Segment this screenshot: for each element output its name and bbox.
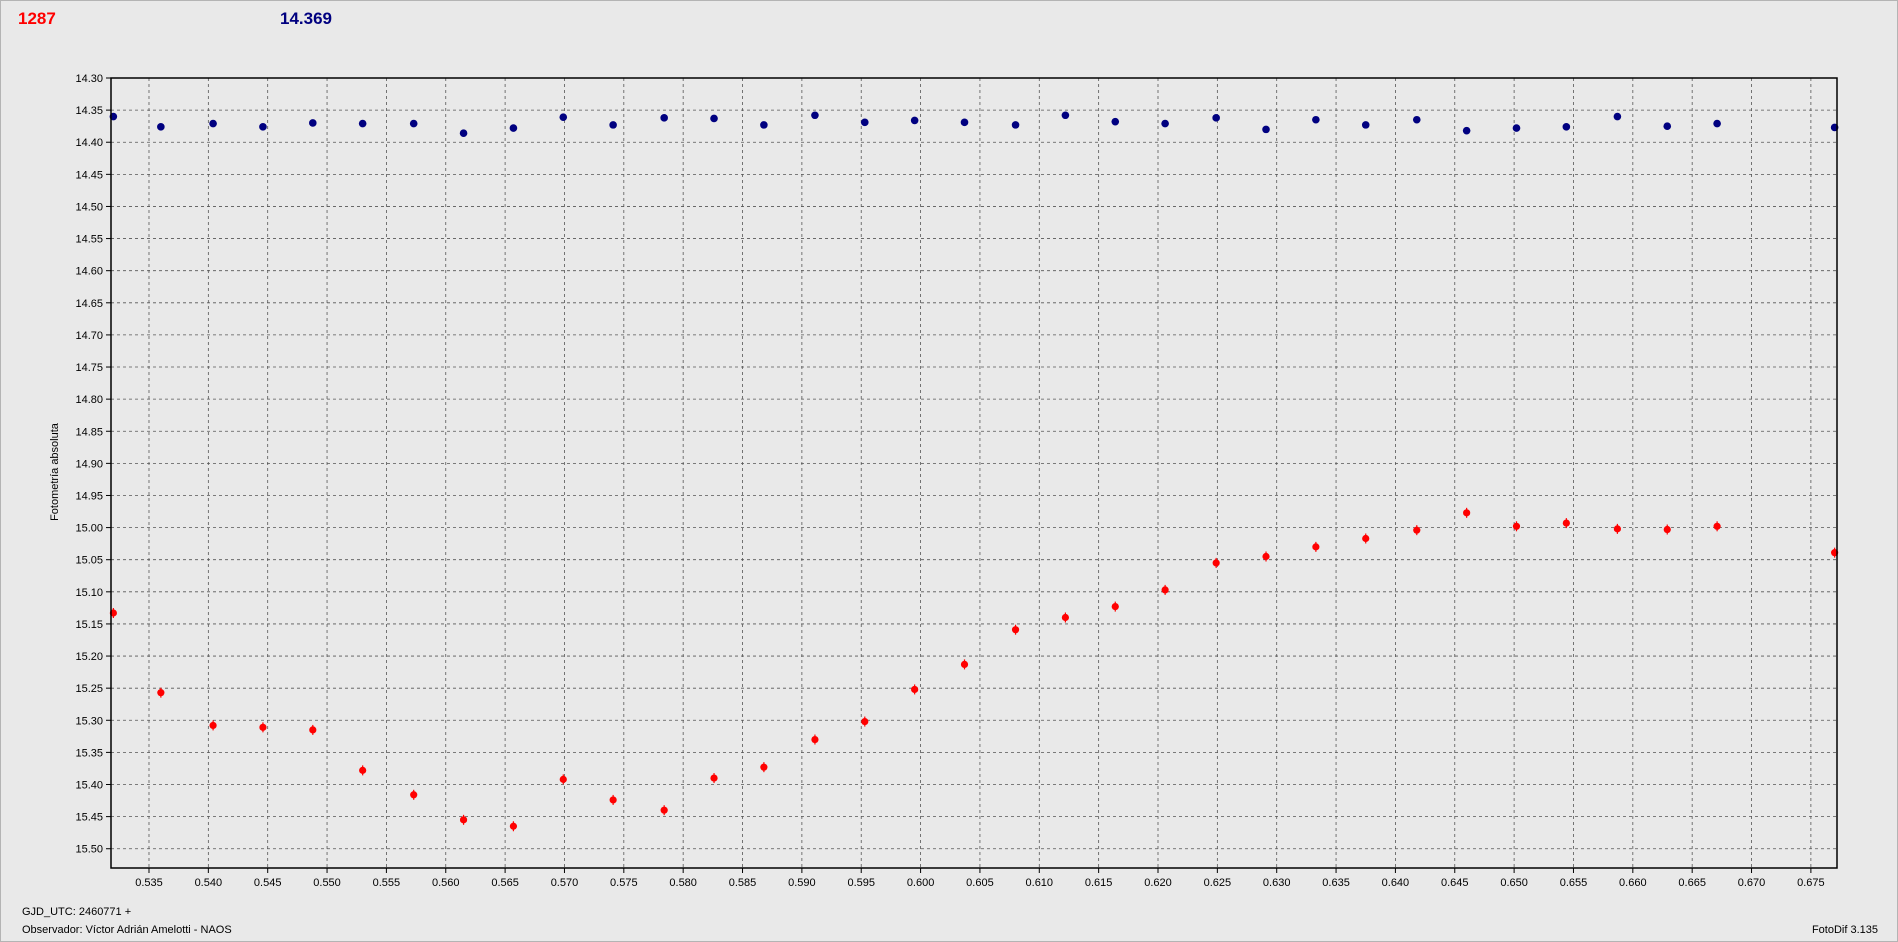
comparison-point xyxy=(1512,124,1521,132)
comparison-point xyxy=(710,114,718,123)
x-tick-label: 0.670 xyxy=(1738,877,1766,889)
y-axis-label: Fotometría absoluta xyxy=(49,423,61,521)
x-tick-label: 0.675 xyxy=(1797,877,1825,889)
comparison-point xyxy=(358,119,367,128)
x-tick-label: 0.555 xyxy=(373,877,401,889)
comparison-point xyxy=(309,119,317,127)
x-tick-label: 0.640 xyxy=(1382,877,1410,889)
x-tick-label: 0.650 xyxy=(1500,877,1528,889)
comparison-point xyxy=(1412,115,1421,124)
comparison-point xyxy=(409,119,418,128)
comparison-point xyxy=(1361,121,1370,129)
y-tick-label: 14.65 xyxy=(75,298,103,310)
y-tick-label: 14.70 xyxy=(75,330,103,342)
y-tick-label: 15.50 xyxy=(75,844,103,856)
x-axis-ticks: 0.535 0.540 0.545 0.550 0.555 0.560 0.565 0.570… xyxy=(135,877,1824,889)
y-tick-label: 14.90 xyxy=(75,458,103,470)
y-tick-label: 15.25 xyxy=(75,683,103,695)
comparison-point xyxy=(1462,126,1471,135)
y-tick-label: 15.15 xyxy=(75,619,103,631)
x-tick-label: 0.535 xyxy=(135,877,163,889)
x-tick-label: 0.560 xyxy=(432,877,460,889)
x-tick-label: 0.540 xyxy=(195,877,223,889)
y-axis-ticks: 14.30 14.35 14.40 14.45 14.50 14.55 14.60 14.65… xyxy=(75,73,103,856)
comparison-point xyxy=(1663,122,1672,130)
y-tick-label: 14.50 xyxy=(75,201,103,213)
x-tick-label: 0.610 xyxy=(1026,877,1054,889)
x-tick-label: 0.630 xyxy=(1263,877,1291,889)
x-tick-label: 0.605 xyxy=(966,877,994,889)
version-label: FotoDif 3.135 xyxy=(1811,924,1878,936)
x-tick-label: 0.625 xyxy=(1204,877,1232,889)
comparison-point xyxy=(1262,125,1270,134)
x-tick-label: 0.595 xyxy=(847,877,875,889)
comparison-point xyxy=(459,129,468,138)
x-tick-label: 0.575 xyxy=(610,877,638,889)
y-tick-label: 15.30 xyxy=(75,715,103,727)
x-tick-label: 0.635 xyxy=(1322,877,1350,889)
comparison-point xyxy=(1111,117,1120,126)
comparison-point xyxy=(559,113,568,121)
x-tick-label: 0.545 xyxy=(254,877,282,889)
comparison-point xyxy=(960,118,969,127)
x-tick-label: 0.550 xyxy=(313,877,341,889)
x-tick-label: 0.660 xyxy=(1619,877,1647,889)
y-tick-label: 14.55 xyxy=(75,234,103,246)
x-tick-label: 0.590 xyxy=(788,877,816,889)
comparison-point xyxy=(760,121,768,129)
comparison-point xyxy=(1212,114,1220,122)
comparison-point xyxy=(1312,115,1320,124)
comparison-point xyxy=(660,114,668,122)
plot-area xyxy=(110,77,1838,869)
y-tick-label: 15.10 xyxy=(75,587,103,599)
comparison-point xyxy=(157,123,165,131)
y-tick-label: 14.80 xyxy=(75,394,103,406)
x-tick-label: 0.585 xyxy=(729,877,757,889)
y-tick-label: 15.05 xyxy=(75,555,103,567)
gjd-label: GJD_UTC: 2460771 + xyxy=(22,906,132,918)
x-tick-label: 0.665 xyxy=(1678,877,1706,889)
y-tick-label: 15.00 xyxy=(75,523,103,535)
comparison-point xyxy=(860,118,869,127)
y-tick-label: 14.85 xyxy=(75,426,103,438)
x-tick-label: 0.615 xyxy=(1085,877,1113,889)
y-tick-label: 15.35 xyxy=(75,747,103,759)
y-tick-label: 14.45 xyxy=(75,169,103,181)
x-tick-label: 0.580 xyxy=(669,877,697,889)
comparison-point xyxy=(1713,119,1721,128)
x-tick-label: 0.620 xyxy=(1144,877,1172,889)
y-tick-label: 14.60 xyxy=(75,266,103,278)
comparison-point xyxy=(209,119,217,128)
comparison-point xyxy=(811,111,819,120)
comparison-point xyxy=(609,121,617,129)
comparison-point xyxy=(1061,111,1070,120)
x-tick-label: 0.645 xyxy=(1441,877,1469,889)
comparison-point xyxy=(1613,112,1622,121)
x-tick-label: 0.565 xyxy=(491,877,519,889)
x-tick-label: 0.600 xyxy=(907,877,935,889)
observer-label: Observador: Víctor Adrián Amelotti - NAO… xyxy=(22,924,232,936)
comparison-point xyxy=(1161,119,1169,128)
y-tick-label: 15.40 xyxy=(75,780,103,792)
y-tick-label: 14.30 xyxy=(75,73,103,85)
y-tick-label: 14.95 xyxy=(75,490,103,502)
y-tick-label: 14.75 xyxy=(75,362,103,374)
y-tick-label: 15.45 xyxy=(75,812,103,824)
comparison-point xyxy=(259,123,267,131)
light-curve-chart: 14.30 14.35 14.40 14.45 14.50 14.55 14.60 14.65… xyxy=(75,73,1839,889)
comparison-point xyxy=(509,124,518,132)
x-tick-label: 0.655 xyxy=(1560,877,1588,889)
comparison-point xyxy=(1011,121,1020,129)
y-tick-label: 15.20 xyxy=(75,651,103,663)
x-tick-label: 0.570 xyxy=(551,877,579,889)
comparison-point xyxy=(1562,123,1571,131)
y-tick-label: 14.40 xyxy=(75,137,103,149)
y-tick-label: 14.35 xyxy=(75,105,103,117)
comparison-point xyxy=(910,116,919,125)
